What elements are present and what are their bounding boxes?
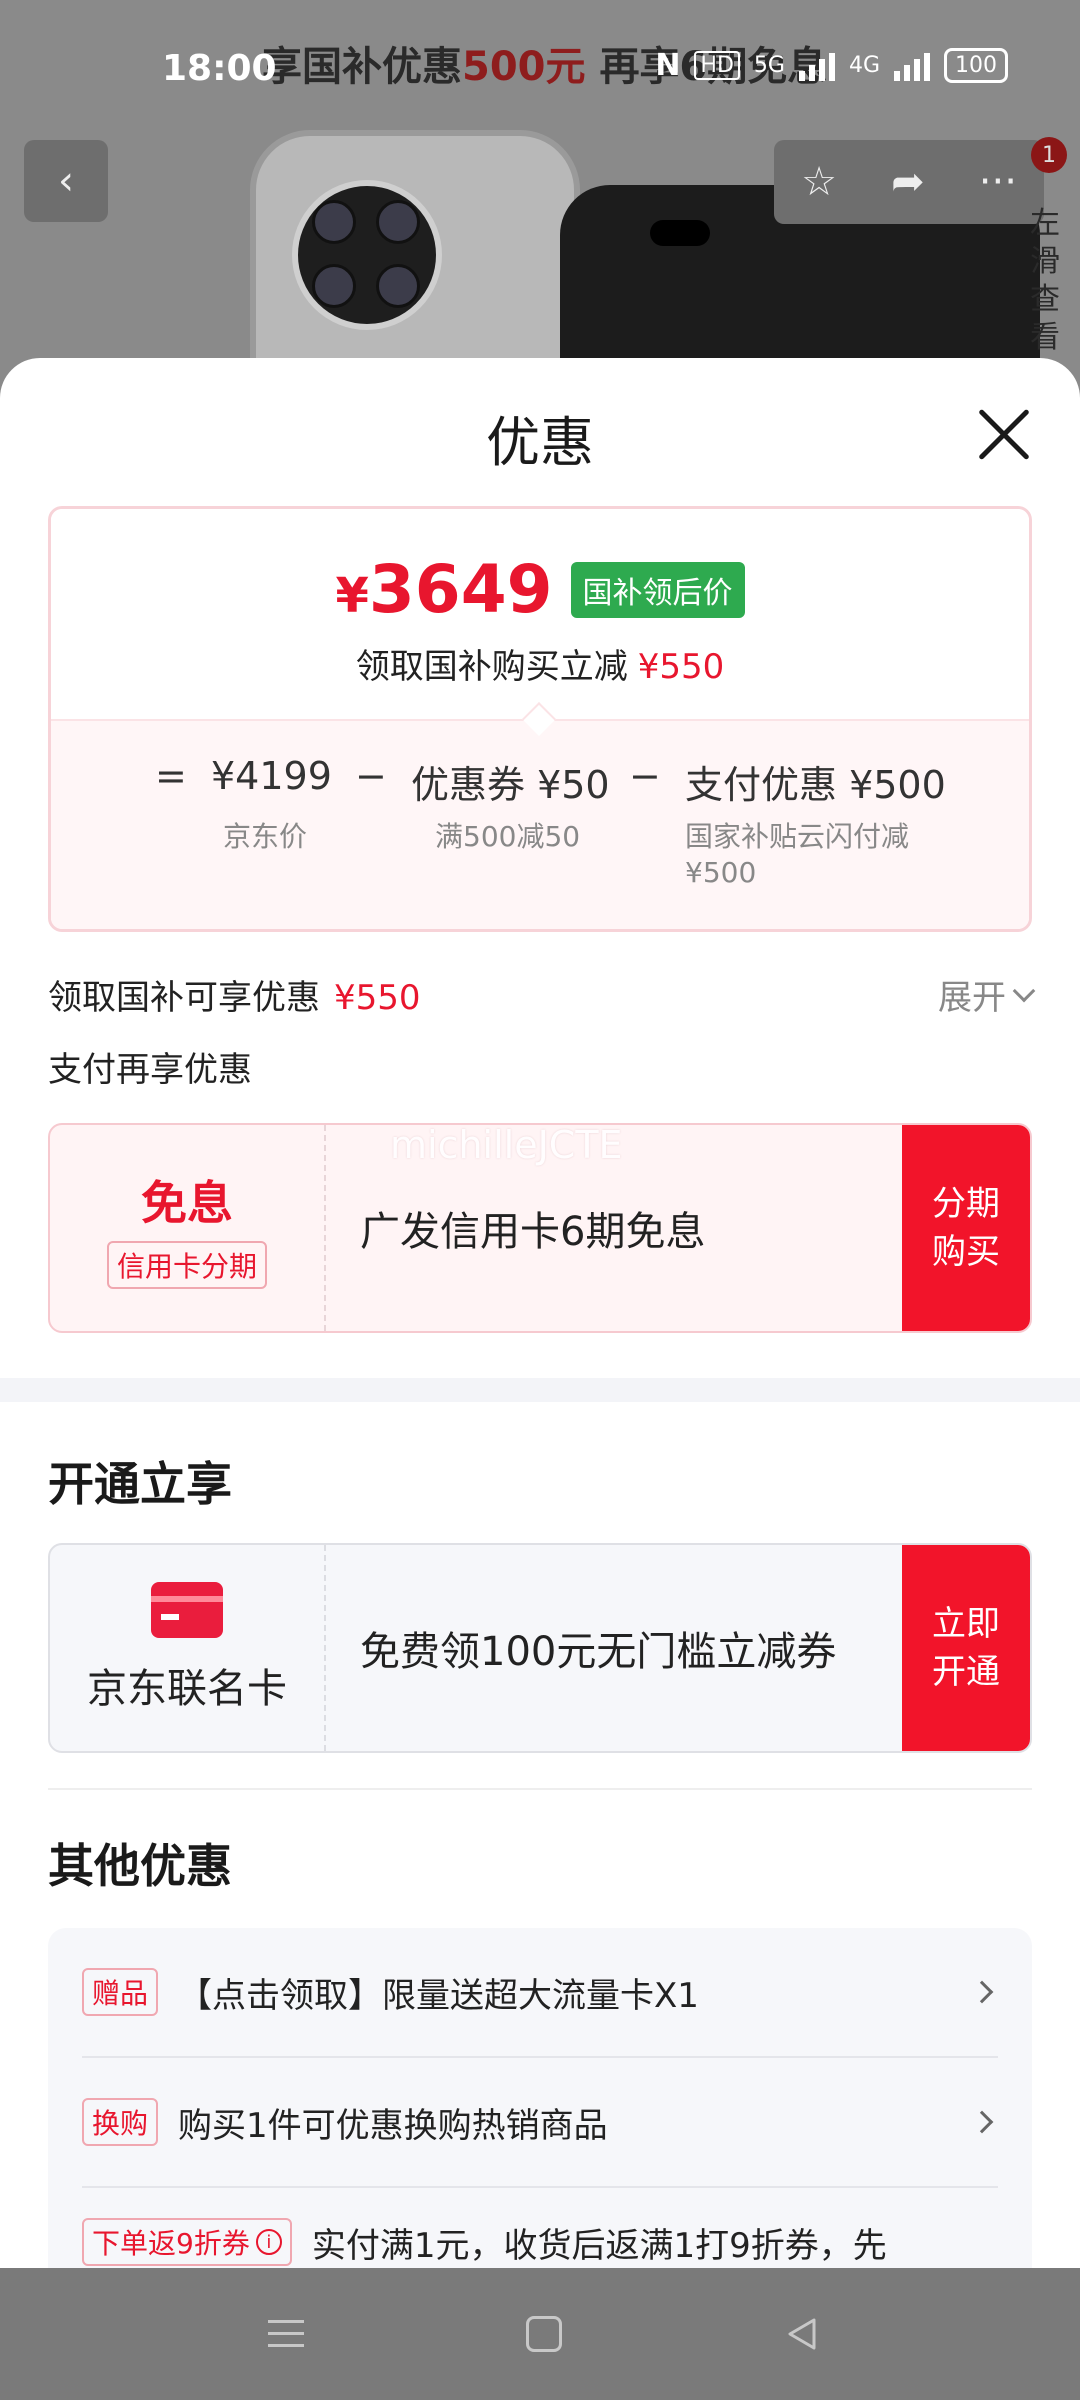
list-item-text: 购买1件可优惠换购热销商品 [178,2105,608,2146]
chevron-down-icon [1012,979,1036,1002]
final-price: ¥3649 [335,551,552,628]
more-icon[interactable]: ··· [979,159,1017,205]
share-icon[interactable]: ➦ [891,159,925,205]
favorite-star-icon[interactable]: ☆ [801,159,837,205]
final-price-value: 3649 [368,551,553,628]
jd-cobrand-card-offer[interactable]: 京东联名卡 免费领100元无门槛立减券 立即开通 [48,1543,1032,1753]
home-icon[interactable] [526,2316,562,2352]
jd-price-value: ¥4199 [211,754,332,798]
interest-free-title: 免息 [141,1176,233,1230]
installment-buy-button[interactable]: 分期购买 [902,1125,1030,1331]
open-section-title: 开通立享 [48,1457,232,1511]
subsidy-row-label: 领取国补可享优惠 [48,978,320,1018]
status-icons: N HD 5G 4G 100 [655,48,1008,83]
status-time: 18:00 [162,48,277,89]
list-separator [82,2186,998,2188]
back-triangle-icon[interactable] [784,2316,820,2352]
product-actions: ☆ ➦ ··· [774,140,1044,224]
camera-lens [376,264,420,308]
discount-sheet: 优惠 ¥3649 国补领后价 领取国补购买立减 ¥550 = ¥4199 京东价 … [0,358,1080,2270]
network-4g-label: 4G [848,53,880,78]
coupon-value: 优惠券 ¥50 [411,763,610,807]
open-now-button[interactable]: 立即开通 [902,1545,1030,1751]
subsidy-price-tag: 国补领后价 [570,561,745,618]
chevron-right-icon [970,2110,994,2134]
jd-card-description: 免费领100元无门槛立减券 [360,1629,837,1675]
expand-label: 展开 [938,978,1006,1018]
exchange-tag: 换购 [82,2098,159,2146]
status-bar: 18:00 N HD 5G 4G 100 [0,0,1080,130]
price-breakdown-card: ¥3649 国补领后价 领取国补购买立减 ¥550 = ¥4199 京东价 − 优… [48,506,1032,932]
back-button[interactable]: ‹ [24,140,108,222]
watermark: michilleJCTE [390,1123,623,1167]
notification-badge: 1 [1031,137,1067,173]
subsidy-row-amount: ¥550 [334,978,421,1018]
close-icon[interactable] [976,406,1032,462]
section-divider [0,1378,1080,1402]
list-item[interactable]: 赠品 【点击领取】限量送超大流量卡X1 [82,1928,998,2056]
credit-card-icon [151,1582,223,1638]
price-summary: ¥3649 国补领后价 领取国补购买立减 ¥550 [51,509,1029,719]
subsidy-row: 领取国补可享优惠 ¥550 [48,970,421,1019]
camera-module [292,180,442,330]
rebate-coupon-label: 下单返9折券 [92,2227,250,2260]
list-item-text: 实付满1元，收货后返满1打9折券，先 [311,2225,887,2266]
payment-discount-value: 支付优惠 ¥500 [685,763,946,807]
camera-lens [312,200,356,244]
hd-voice-icon: HD [694,51,740,80]
installment-badge: 免息 信用卡分期 [50,1125,326,1331]
jd-price-label: 京东价 [223,820,308,853]
chevron-left-icon: ‹ [58,158,74,204]
currency-symbol: ¥ [335,568,369,624]
recent-apps-icon[interactable] [268,2318,304,2350]
minus-sign: − [629,754,661,798]
price-formula: = ¥4199 京东价 − 优惠券 ¥50 满500减50 − 支付优惠 ¥50… [51,754,1029,914]
sheet-title: 优惠 [486,411,594,474]
chevron-right-icon [970,1980,994,2004]
battery-icon: 100 [944,48,1008,83]
list-item[interactable]: 下单返9折券 i 实付满1元，收货后返满1打9折券，先 [82,2192,998,2270]
list-item[interactable]: 换购 购买1件可优惠换购热销商品 [82,2058,998,2186]
other-section-title: 其他优惠 [48,1839,232,1893]
pay-more-label: 支付再享优惠 [48,1050,252,1090]
jd-card-badge: 京东联名卡 [50,1545,326,1751]
payment-discount-label: 国家补贴云闪付减¥500 [685,820,910,889]
final-price-row: ¥3649 国补领后价 [51,551,1029,628]
equals-sign: = [155,754,187,798]
camera-lens [376,200,420,244]
network-5g-label: 5G [753,53,785,78]
camera-lens [312,264,356,308]
discount-summary-amount: ¥550 [637,647,725,687]
swipe-hint: 左滑查看 [1030,206,1060,355]
expand-button[interactable]: 展开 [938,970,1036,1019]
list-item-text: 【点击领取】限量送超大流量卡X1 [178,1975,699,2016]
navigation-bar [0,2268,1080,2400]
info-icon[interactable]: i [255,2229,282,2255]
nfc-icon: N [655,48,681,83]
divider [48,1788,1032,1790]
minus-sign: − [355,754,387,798]
credit-installment-tag: 信用卡分期 [106,1241,267,1289]
other-offers-list: 赠品 【点击领取】限量送超大流量卡X1 换购 购买1件可优惠换购热销商品 下单返… [48,1928,1032,2270]
signal-icon [798,51,835,81]
coupon-label: 满500减50 [435,820,581,853]
camera-pill [650,220,710,246]
jd-card-label: 京东联名卡 [87,1666,287,1712]
gift-tag: 赠品 [82,1968,159,2016]
discount-summary: 领取国补购买立减 ¥550 [51,639,1029,688]
discount-summary-label: 领取国补购买立减 [355,647,628,687]
signal-icon [894,51,930,81]
rebate-coupon-tag: 下单返9折券 i [82,2218,292,2266]
